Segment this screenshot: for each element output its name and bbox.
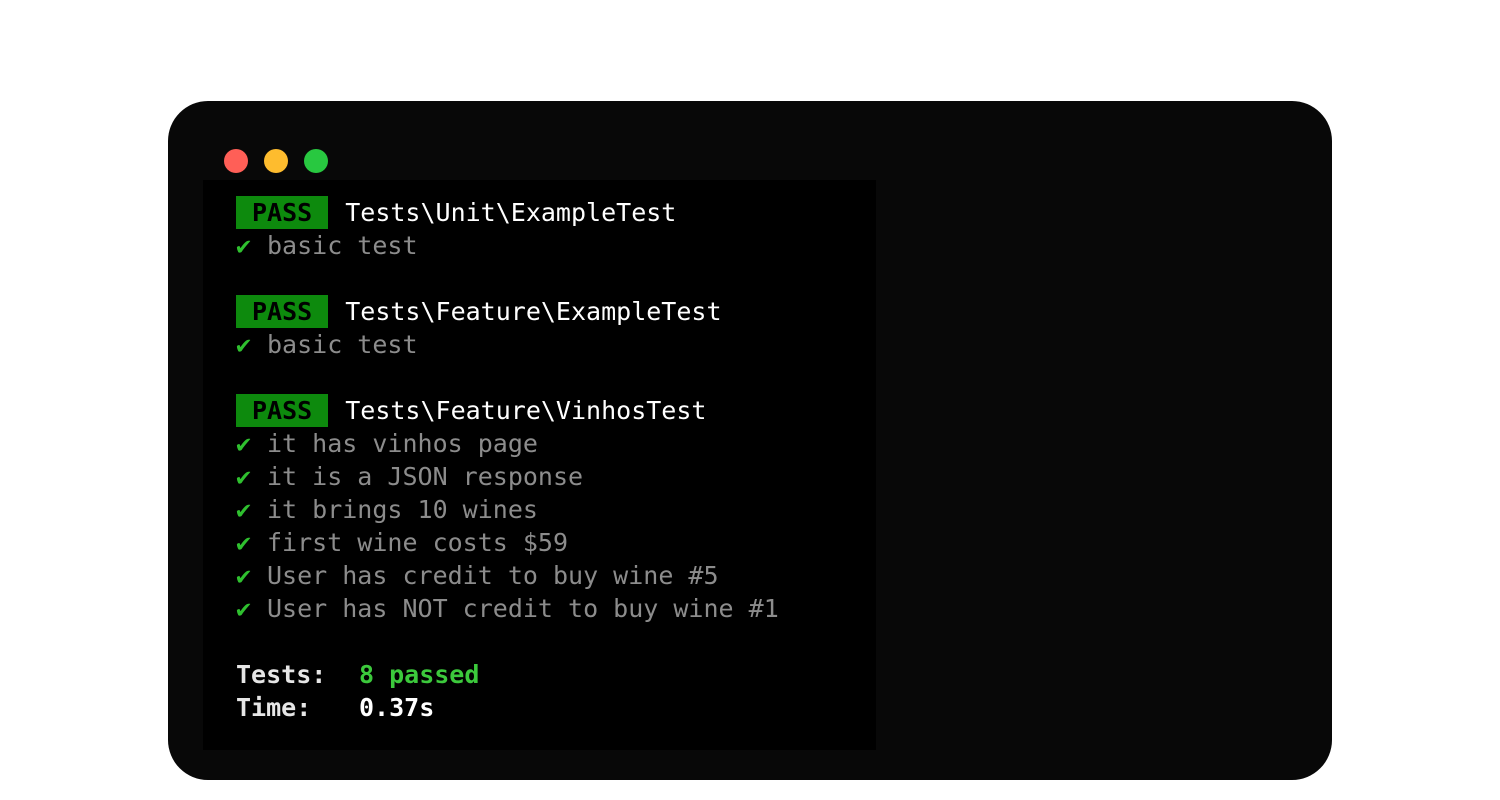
- suite-name: Tests\Feature\VinhosTest: [345, 396, 707, 425]
- test-result-row: ✔ User has credit to buy wine #5: [236, 559, 779, 592]
- checkmark-icon: ✔: [236, 429, 252, 458]
- checkmark-icon: ✔: [236, 231, 252, 260]
- pass-badge: PASS: [236, 394, 329, 427]
- suite-header: PASS Tests\Feature\VinhosTest: [236, 394, 779, 427]
- suite-name: Tests\Unit\ExampleTest: [345, 198, 677, 227]
- close-window-icon[interactable]: [224, 149, 248, 173]
- minimize-window-icon[interactable]: [264, 149, 288, 173]
- test-name: basic test: [267, 330, 418, 359]
- test-result-row: ✔ basic test: [236, 229, 779, 262]
- terminal-output: PASS Tests\Unit\ExampleTest ✔ basic test PAS…: [236, 196, 779, 724]
- test-result-row: ✔ it is a JSON response: [236, 460, 779, 493]
- test-suites: PASS Tests\Unit\ExampleTest ✔ basic test PAS…: [236, 196, 779, 625]
- suite-name: Tests\Feature\ExampleTest: [345, 297, 722, 326]
- test-name: it is a JSON response: [267, 462, 584, 491]
- test-result-row: ✔ it brings 10 wines: [236, 493, 779, 526]
- test-name: User has NOT credit to buy wine #1: [267, 594, 779, 623]
- test-result-row: ✔ User has NOT credit to buy wine #1: [236, 592, 779, 625]
- summary-time-value: 0.37s: [359, 693, 435, 722]
- test-name: it brings 10 wines: [267, 495, 538, 524]
- test-result-row: ✔ it has vinhos page: [236, 427, 779, 460]
- summary-time-line: Time: 0.37s: [236, 691, 779, 724]
- checkmark-icon: ✔: [236, 528, 252, 557]
- test-name: first wine costs $59: [267, 528, 569, 557]
- test-summary: Tests: 8 passed Time: 0.37s: [236, 658, 779, 724]
- test-result-row: ✔ basic test: [236, 328, 779, 361]
- zoom-window-icon[interactable]: [304, 149, 328, 173]
- summary-tests-value: 8 passed: [359, 660, 480, 689]
- checkmark-icon: ✔: [236, 330, 252, 359]
- test-name: it has vinhos page: [267, 429, 538, 458]
- summary-tests-line: Tests: 8 passed: [236, 658, 779, 691]
- terminal-window: PASS Tests\Unit\ExampleTest ✔ basic test PAS…: [168, 101, 1332, 780]
- test-result-row: ✔ first wine costs $59: [236, 526, 779, 559]
- checkmark-icon: ✔: [236, 561, 252, 590]
- checkmark-icon: ✔: [236, 495, 252, 524]
- window-controls: [224, 149, 328, 173]
- suite-header: PASS Tests\Unit\ExampleTest: [236, 196, 779, 229]
- checkmark-icon: ✔: [236, 462, 252, 491]
- checkmark-icon: ✔: [236, 594, 252, 623]
- test-name: User has credit to buy wine #5: [267, 561, 719, 590]
- pass-badge: PASS: [236, 196, 329, 229]
- summary-tests-label: Tests:: [236, 660, 327, 689]
- summary-time-label: Time:: [236, 693, 312, 722]
- terminal-output-panel: PASS Tests\Unit\ExampleTest ✔ basic test PAS…: [203, 180, 876, 750]
- suite-header: PASS Tests\Feature\ExampleTest: [236, 295, 779, 328]
- test-name: basic test: [267, 231, 418, 260]
- pass-badge: PASS: [236, 295, 329, 328]
